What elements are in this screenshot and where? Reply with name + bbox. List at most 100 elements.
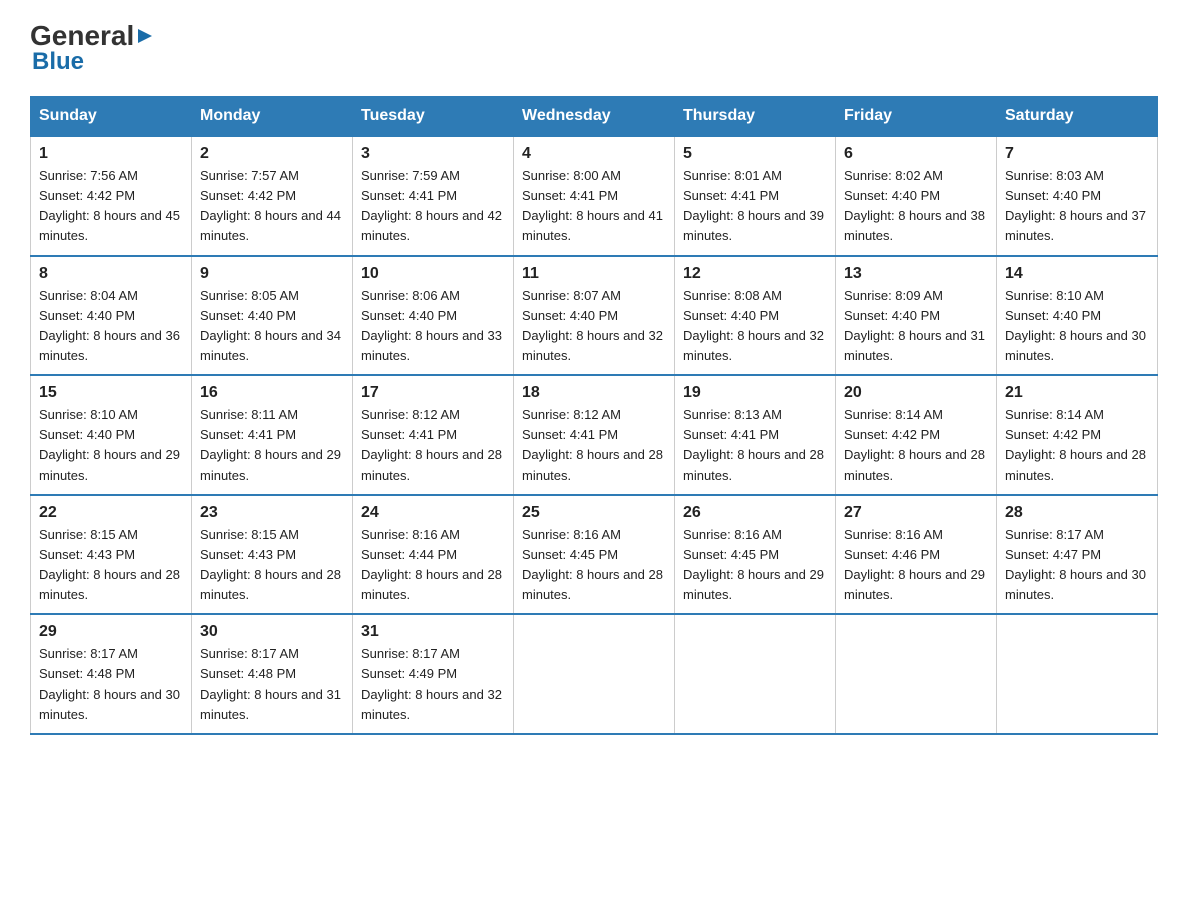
day-number: 27: [844, 504, 988, 522]
day-number: 29: [39, 623, 183, 641]
logo: General Blue: [30, 20, 154, 76]
day-number: 22: [39, 504, 183, 522]
day-number: 20: [844, 384, 988, 402]
calendar-week-row: 1 Sunrise: 7:56 AMSunset: 4:42 PMDaylight…: [31, 136, 1158, 256]
day-info: Sunrise: 8:11 AMSunset: 4:41 PMDaylight:…: [200, 407, 341, 482]
calendar-cell: 12Sunrise: 8:08 AMSunset: 4:40 PMDayligh…: [675, 256, 836, 376]
day-info: Sunrise: 8:17 AMSunset: 4:48 PMDaylight:…: [200, 646, 341, 721]
day-info: Sunrise: 8:17 AMSunset: 4:47 PMDaylight:…: [1005, 527, 1146, 602]
day-info: Sunrise: 8:12 AMSunset: 4:41 PMDaylight:…: [361, 407, 502, 482]
weekday-header-saturday: Saturday: [997, 97, 1158, 137]
day-number: 31: [361, 623, 505, 641]
calendar-cell: 11 Sunrise: 8:07 AMSunset: 4:40 PMDayligh…: [514, 256, 675, 376]
day-info: Sunrise: 8:06 AMSunset: 4:40 PMDaylight:…: [361, 288, 502, 363]
calendar-week-row: 15Sunrise: 8:10 AMSunset: 4:40 PMDayligh…: [31, 375, 1158, 495]
calendar-cell: 19 Sunrise: 8:13 AMSunset: 4:41 PMDayligh…: [675, 375, 836, 495]
calendar-cell: 30 Sunrise: 8:17 AMSunset: 4:48 PMDayligh…: [192, 614, 353, 734]
weekday-header-thursday: Thursday: [675, 97, 836, 137]
calendar-cell: [514, 614, 675, 734]
day-info: Sunrise: 8:16 AMSunset: 4:45 PMDaylight:…: [683, 527, 824, 602]
day-info: Sunrise: 8:14 AMSunset: 4:42 PMDaylight:…: [1005, 407, 1146, 482]
day-info: Sunrise: 8:08 AMSunset: 4:40 PMDaylight:…: [683, 288, 824, 363]
calendar-cell: 25 Sunrise: 8:16 AMSunset: 4:45 PMDayligh…: [514, 495, 675, 615]
day-number: 19: [683, 384, 827, 402]
logo-arrow-icon: [136, 27, 154, 50]
day-info: Sunrise: 8:14 AMSunset: 4:42 PMDaylight:…: [844, 407, 985, 482]
calendar-cell: 10 Sunrise: 8:06 AMSunset: 4:40 PMDayligh…: [353, 256, 514, 376]
day-info: Sunrise: 8:04 AMSunset: 4:40 PMDaylight:…: [39, 288, 180, 363]
calendar-cell: 2Sunrise: 7:57 AMSunset: 4:42 PMDaylight…: [192, 136, 353, 256]
calendar-cell: 9Sunrise: 8:05 AMSunset: 4:40 PMDaylight…: [192, 256, 353, 376]
calendar-cell: 3 Sunrise: 7:59 AMSunset: 4:41 PMDaylight…: [353, 136, 514, 256]
calendar-cell: 21 Sunrise: 8:14 AMSunset: 4:42 PMDayligh…: [997, 375, 1158, 495]
calendar-cell: 5 Sunrise: 8:01 AMSunset: 4:41 PMDaylight…: [675, 136, 836, 256]
day-number: 3: [361, 145, 505, 163]
day-info: Sunrise: 8:13 AMSunset: 4:41 PMDaylight:…: [683, 407, 824, 482]
day-info: Sunrise: 8:12 AMSunset: 4:41 PMDaylight:…: [522, 407, 663, 482]
day-info: Sunrise: 8:17 AMSunset: 4:48 PMDaylight:…: [39, 646, 180, 721]
calendar-cell: 15Sunrise: 8:10 AMSunset: 4:40 PMDayligh…: [31, 375, 192, 495]
day-number: 28: [1005, 504, 1149, 522]
day-info: Sunrise: 8:17 AMSunset: 4:49 PMDaylight:…: [361, 646, 502, 721]
weekday-header-monday: Monday: [192, 97, 353, 137]
calendar-cell: [836, 614, 997, 734]
day-number: 26: [683, 504, 827, 522]
calendar-cell: 28 Sunrise: 8:17 AMSunset: 4:47 PMDayligh…: [997, 495, 1158, 615]
day-info: Sunrise: 7:59 AMSunset: 4:41 PMDaylight:…: [361, 168, 502, 243]
day-number: 23: [200, 504, 344, 522]
day-info: Sunrise: 8:03 AMSunset: 4:40 PMDaylight:…: [1005, 168, 1146, 243]
day-number: 25: [522, 504, 666, 522]
calendar-cell: 17 Sunrise: 8:12 AMSunset: 4:41 PMDayligh…: [353, 375, 514, 495]
day-info: Sunrise: 8:16 AMSunset: 4:45 PMDaylight:…: [522, 527, 663, 602]
calendar-cell: 7 Sunrise: 8:03 AMSunset: 4:40 PMDaylight…: [997, 136, 1158, 256]
day-number: 30: [200, 623, 344, 641]
calendar-week-row: 8 Sunrise: 8:04 AMSunset: 4:40 PMDaylight…: [31, 256, 1158, 376]
day-info: Sunrise: 8:02 AMSunset: 4:40 PMDaylight:…: [844, 168, 985, 243]
calendar-cell: 8 Sunrise: 8:04 AMSunset: 4:40 PMDaylight…: [31, 256, 192, 376]
day-info: Sunrise: 7:56 AMSunset: 4:42 PMDaylight:…: [39, 168, 180, 243]
weekday-header-tuesday: Tuesday: [353, 97, 514, 137]
day-info: Sunrise: 8:09 AMSunset: 4:40 PMDaylight:…: [844, 288, 985, 363]
weekday-header-sunday: Sunday: [31, 97, 192, 137]
calendar-cell: [997, 614, 1158, 734]
day-number: 8: [39, 265, 183, 283]
weekday-header-row: SundayMondayTuesdayWednesdayThursdayFrid…: [31, 97, 1158, 137]
calendar-cell: 31 Sunrise: 8:17 AMSunset: 4:49 PMDayligh…: [353, 614, 514, 734]
calendar-table: SundayMondayTuesdayWednesdayThursdayFrid…: [30, 96, 1158, 735]
day-info: Sunrise: 8:00 AMSunset: 4:41 PMDaylight:…: [522, 168, 663, 243]
day-info: Sunrise: 8:16 AMSunset: 4:44 PMDaylight:…: [361, 527, 502, 602]
calendar-cell: 18 Sunrise: 8:12 AMSunset: 4:41 PMDayligh…: [514, 375, 675, 495]
day-number: 11: [522, 265, 666, 283]
day-info: Sunrise: 7:57 AMSunset: 4:42 PMDaylight:…: [200, 168, 341, 243]
calendar-cell: 23 Sunrise: 8:15 AMSunset: 4:43 PMDayligh…: [192, 495, 353, 615]
calendar-cell: [675, 614, 836, 734]
day-info: Sunrise: 8:16 AMSunset: 4:46 PMDaylight:…: [844, 527, 985, 602]
calendar-cell: 22 Sunrise: 8:15 AMSunset: 4:43 PMDayligh…: [31, 495, 192, 615]
calendar-cell: 6Sunrise: 8:02 AMSunset: 4:40 PMDaylight…: [836, 136, 997, 256]
calendar-cell: 24 Sunrise: 8:16 AMSunset: 4:44 PMDayligh…: [353, 495, 514, 615]
weekday-header-friday: Friday: [836, 97, 997, 137]
day-info: Sunrise: 8:15 AMSunset: 4:43 PMDaylight:…: [39, 527, 180, 602]
logo-blue-text: Blue: [32, 48, 84, 76]
day-info: Sunrise: 8:07 AMSunset: 4:40 PMDaylight:…: [522, 288, 663, 363]
day-number: 15: [39, 384, 183, 402]
day-number: 10: [361, 265, 505, 283]
day-number: 7: [1005, 145, 1149, 163]
day-number: 13: [844, 265, 988, 283]
calendar-cell: 13 Sunrise: 8:09 AMSunset: 4:40 PMDayligh…: [836, 256, 997, 376]
day-number: 18: [522, 384, 666, 402]
day-number: 9: [200, 265, 344, 283]
day-info: Sunrise: 8:15 AMSunset: 4:43 PMDaylight:…: [200, 527, 341, 602]
day-number: 21: [1005, 384, 1149, 402]
day-number: 1: [39, 145, 183, 163]
calendar-cell: 14Sunrise: 8:10 AMSunset: 4:40 PMDayligh…: [997, 256, 1158, 376]
weekday-header-wednesday: Wednesday: [514, 97, 675, 137]
day-number: 4: [522, 145, 666, 163]
calendar-cell: 27 Sunrise: 8:16 AMSunset: 4:46 PMDayligh…: [836, 495, 997, 615]
day-number: 14: [1005, 265, 1149, 283]
day-number: 5: [683, 145, 827, 163]
day-number: 17: [361, 384, 505, 402]
day-info: Sunrise: 8:01 AMSunset: 4:41 PMDaylight:…: [683, 168, 824, 243]
day-number: 24: [361, 504, 505, 522]
calendar-week-row: 22 Sunrise: 8:15 AMSunset: 4:43 PMDayligh…: [31, 495, 1158, 615]
